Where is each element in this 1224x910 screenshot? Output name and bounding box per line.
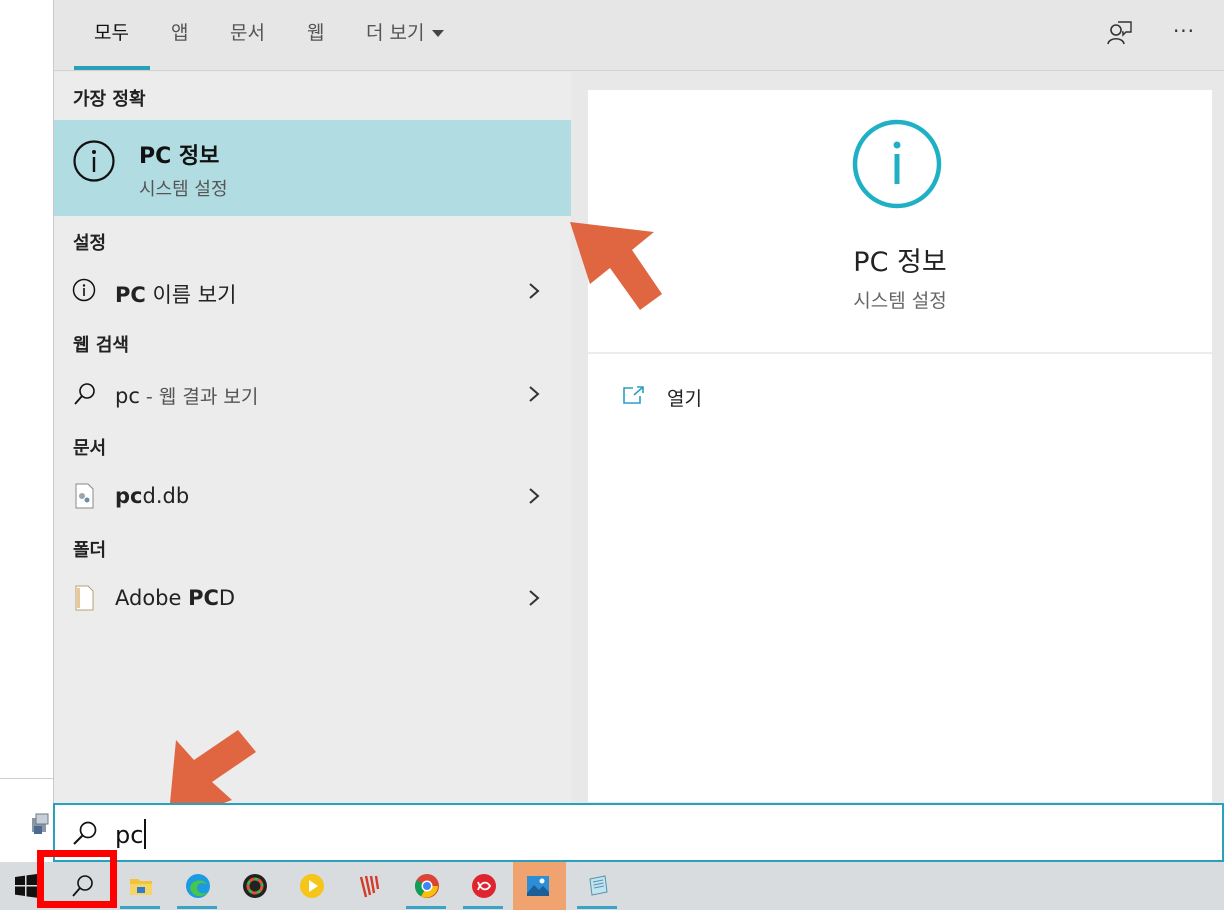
info-icon (73, 140, 115, 182)
notepad-icon[interactable] (573, 862, 621, 910)
acrobat-icon[interactable] (459, 862, 507, 910)
web-search-result[interactable]: pc - 웹 결과 보기 (54, 370, 571, 420)
chevron-right-icon (529, 590, 540, 606)
settings-header: 설정 (73, 233, 107, 254)
text-caret (144, 819, 147, 849)
settings-result-rename-pc[interactable]: PC 이름 보기 (54, 267, 571, 317)
taskbar (0, 862, 1224, 910)
photos-icon[interactable] (513, 862, 566, 910)
database-file-icon (75, 483, 94, 509)
running-indicator (120, 906, 160, 909)
preview-divider (588, 352, 1212, 354)
web-query: pc (115, 384, 140, 408)
info-icon (72, 278, 96, 302)
color-wheel-glyph (243, 874, 267, 898)
acrobat-glyph (472, 874, 496, 898)
edge-browser-glyph (186, 874, 210, 898)
chevron-right-icon (529, 283, 540, 299)
search-icon (73, 821, 97, 845)
results-list: 가장 정확 PC 정보 시스템 설정 설정 PC 이름 보기 웹 검색 pc -… (54, 72, 571, 862)
label-rest: D (218, 586, 236, 610)
highlight-box (37, 850, 117, 908)
web-suffix: - 웹 결과 보기 (139, 386, 259, 408)
fiddler-icon[interactable] (345, 862, 393, 910)
running-indicator (577, 906, 617, 909)
feedback-icon[interactable] (1104, 18, 1134, 48)
running-indicator (177, 906, 217, 909)
chrome-browser-glyph (414, 874, 439, 898)
chevron-right-icon (529, 386, 540, 402)
info-icon (852, 119, 942, 209)
match-highlight: PC (188, 586, 219, 610)
annotation-arrow-up-left (570, 222, 662, 310)
stripes-glyph (359, 875, 380, 898)
label-pre: Adobe (115, 586, 189, 610)
desktop-divider (0, 778, 53, 779)
best-match-result[interactable]: PC 정보 시스템 설정 (54, 120, 571, 216)
file-explorer-icon[interactable] (116, 862, 164, 910)
play-button-glyph (300, 874, 324, 898)
tab-more-label: 더 보기 (366, 22, 425, 44)
dropdown-arrow-icon (432, 30, 445, 37)
folder-file-icon (75, 585, 94, 611)
documents-header: 문서 (73, 438, 107, 459)
web-search-header: 웹 검색 (73, 335, 129, 356)
chrome-icon[interactable] (402, 862, 450, 910)
search-input[interactable]: pc (115, 819, 147, 849)
folders-header: 폴더 (73, 540, 107, 561)
match-highlight: pc (115, 484, 143, 508)
folder-icon (130, 879, 152, 895)
tab-more[interactable]: 더 보기 (366, 18, 445, 48)
edge-icon[interactable] (173, 862, 221, 910)
settings-result-label: PC 이름 보기 (115, 279, 236, 309)
label-rest: 이름 보기 (145, 283, 237, 307)
search-box[interactable]: pc (53, 803, 1224, 862)
folder-result-label: Adobe PCD (115, 586, 235, 610)
document-result-label: pcd.db (115, 484, 189, 508)
running-indicator (406, 906, 446, 909)
web-search-label: pc - 웹 결과 보기 (115, 382, 258, 409)
match-highlight: PC (115, 283, 146, 307)
open-external-icon (623, 386, 644, 404)
color-app-icon[interactable] (230, 862, 278, 910)
tab-web[interactable]: 웹 (307, 18, 324, 48)
running-indicator (463, 906, 503, 909)
screen: 모두 앱 문서 웹 더 보기 ··· 가장 정확 PC 정보 시스템 설정 설정… (0, 0, 1224, 910)
document-result[interactable]: pcd.db (54, 472, 571, 522)
notepad-glyph (589, 875, 608, 896)
preview-pane: PC 정보 시스템 설정 열기 (588, 90, 1212, 802)
search-input-value: pc (115, 821, 144, 849)
active-tab-indicator (74, 66, 150, 70)
photo-glyph (527, 876, 549, 896)
best-match-title: PC 정보 (139, 144, 220, 169)
search-filter-tabs: 모두 앱 문서 웹 더 보기 ··· (54, 0, 1224, 71)
more-options-icon[interactable]: ··· (1169, 18, 1199, 48)
best-match-subtitle: 시스템 설정 (139, 179, 228, 200)
desktop-app-icon[interactable] (30, 812, 52, 836)
search-icon (74, 383, 95, 405)
media-player-icon[interactable] (287, 862, 335, 910)
best-match-header: 가장 정확 (73, 89, 146, 110)
open-action-label: 열기 (667, 388, 702, 410)
tab-apps[interactable]: 앱 (171, 18, 188, 48)
label-rest: d.db (142, 484, 190, 508)
folder-result[interactable]: Adobe PCD (54, 574, 571, 624)
preview-title: PC 정보 (853, 247, 947, 278)
tab-all[interactable]: 모두 (94, 18, 129, 48)
tab-documents[interactable]: 문서 (230, 18, 265, 48)
chevron-right-icon (529, 488, 540, 504)
preview-subtitle: 시스템 설정 (853, 290, 947, 312)
